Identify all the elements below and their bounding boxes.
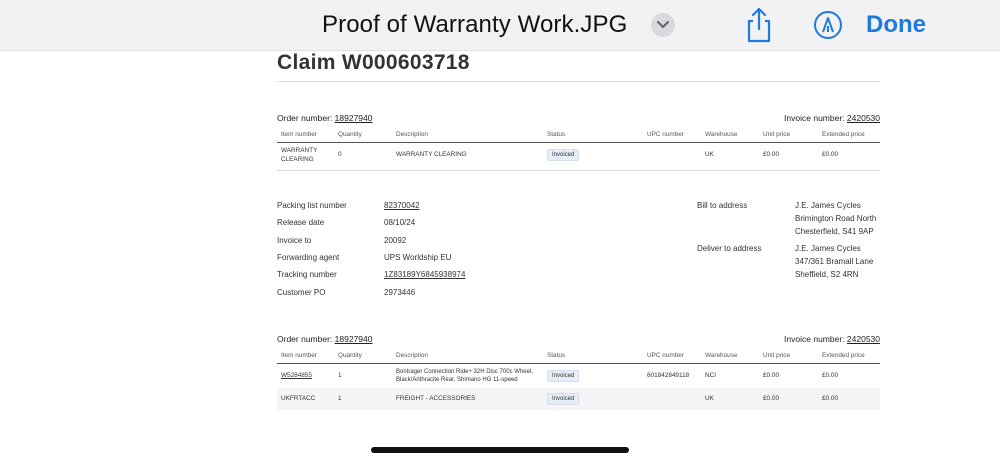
quantity-cell: 1 <box>334 387 392 410</box>
invoice-label: Invoice number: <box>784 334 845 344</box>
col-header: Status <box>543 347 643 364</box>
upc-cell <box>643 387 701 410</box>
chevron-down-icon[interactable] <box>651 13 675 37</box>
col-header: Extended price <box>818 347 880 364</box>
status-badge: Invoiced <box>547 392 580 405</box>
col-header: Description <box>392 347 543 364</box>
table-header: Item number Quantity Description Status … <box>277 347 880 364</box>
invoice-number-link[interactable]: 2420530 <box>847 334 880 344</box>
table-row: W5284855 1 Bontrager Connection Ride+ 32… <box>277 364 880 388</box>
divider <box>277 81 880 82</box>
item-number-cell: UKFRTACC <box>277 387 334 410</box>
unit-price-cell: £0.00 <box>763 372 779 380</box>
unit-price-cell: £0.00 <box>759 387 818 410</box>
status-badge: Invoiced <box>547 369 580 382</box>
status-badge: Invoiced <box>547 148 580 161</box>
release-date-value: 08/10/24 <box>384 218 416 227</box>
invoice-to-label: Invoice to <box>277 236 312 245</box>
col-header: UPC number <box>643 126 701 143</box>
address-line: J.E. James Cycles <box>795 244 861 253</box>
upc-cell: 601842849118 <box>647 372 690 380</box>
address-line: J.E. James Cycles <box>795 201 861 210</box>
item-number-cell: WARRANTY CLEARING <box>281 146 318 163</box>
address-line: Chesterfield, S41 9AP <box>795 227 874 236</box>
address-line: Sheffield, S2 4RN <box>795 270 859 279</box>
col-header: Warehouse <box>701 347 759 364</box>
packing-list-label: Packing list number <box>277 201 347 210</box>
extended-price-cell: £0.00 <box>822 151 838 159</box>
address-line: Brimington Road North <box>795 214 877 223</box>
col-header: UPC number <box>643 347 701 364</box>
order-items-table-2: Item number Quantity Description Status … <box>277 347 880 410</box>
forwarding-agent-label: Forwarding agent <box>277 253 340 262</box>
invoice-label: Invoice number: <box>784 113 845 123</box>
order-label: Order number: <box>277 113 333 123</box>
shipment-details: Packing list number 82370042 Release dat… <box>277 201 537 301</box>
unit-price-cell: £0.00 <box>763 151 779 159</box>
packing-list-link[interactable]: 82370042 <box>384 201 420 210</box>
deliver-to-address: J.E. James Cycles 347/361 Bramall Lane S… <box>795 242 873 281</box>
home-indicator[interactable] <box>371 447 629 453</box>
tracking-number-link[interactable]: 1Z83189Y6845938974 <box>384 270 465 279</box>
order-items-table-1: Item number Quantity Description Status … <box>277 126 880 167</box>
description-cell: FREIGHT - ACCESSORIES <box>392 387 543 410</box>
table-row: UKFRTACC 1 FREIGHT - ACCESSORIES Invoice… <box>277 387 880 410</box>
warehouse-cell: NCI <box>705 372 717 380</box>
order-label: Order number: <box>277 334 333 344</box>
warehouse-cell: UK <box>705 151 714 159</box>
customer-po-label: Customer PO <box>277 288 326 297</box>
bill-to-label: Bill to address <box>697 201 748 210</box>
extended-price-cell: £0.00 <box>818 387 880 410</box>
order-number-link[interactable]: 18927940 <box>335 334 373 344</box>
warehouse-cell: UK <box>701 387 759 410</box>
markup-icon[interactable] <box>813 10 843 40</box>
col-header: Unit price <box>759 126 818 143</box>
order-number-link[interactable]: 18927940 <box>335 113 373 123</box>
col-header: Item number <box>277 347 334 364</box>
status-cell: Invoiced <box>543 387 643 410</box>
table-row: WARRANTY CLEARING 0 WARRANTY CLEARING In… <box>277 143 880 167</box>
status-cell: Invoiced <box>543 364 643 388</box>
description-cell: Bontrager Connection Ride+ 32H Disc 700c… <box>396 368 533 383</box>
deliver-to-label: Deliver to address <box>697 244 762 253</box>
col-header: Item number <box>277 126 334 143</box>
col-header: Status <box>543 126 643 143</box>
release-date-label: Release date <box>277 218 325 227</box>
col-header: Unit price <box>759 347 818 364</box>
invoice-number-link[interactable]: 2420530 <box>847 113 880 123</box>
invoice-to-value: 20092 <box>384 236 407 245</box>
bill-to-address: J.E. James Cycles Brimington Road North … <box>795 199 876 238</box>
extended-price-cell: £0.00 <box>822 372 838 380</box>
quantity-cell: 1 <box>338 372 342 380</box>
quantity-cell: 0 <box>338 151 342 159</box>
col-header: Quantity <box>334 126 392 143</box>
share-icon[interactable] <box>744 7 774 43</box>
table-header: Item number Quantity Description Status … <box>277 126 880 143</box>
document-title: Proof of Warranty Work.JPG <box>322 11 628 38</box>
claim-title: Claim W000603718 <box>277 51 470 74</box>
divider <box>277 170 880 171</box>
upc-cell <box>643 143 701 167</box>
forwarding-agent-value: UPS Worldship EU <box>384 253 452 262</box>
status-cell: Invoiced <box>543 143 643 167</box>
customer-po-value: 2973446 <box>384 288 416 297</box>
col-header: Description <box>392 126 543 143</box>
tracking-number-label: Tracking number <box>277 270 337 279</box>
item-number-link[interactable]: W5284855 <box>277 364 334 388</box>
col-header: Extended price <box>818 126 880 143</box>
col-header: Quantity <box>334 347 392 364</box>
col-header: Warehouse <box>701 126 759 143</box>
address-line: 347/361 Bramall Lane <box>795 257 874 266</box>
address-labels: Bill to address Deliver to address <box>697 201 787 261</box>
done-button[interactable]: Done <box>866 11 926 39</box>
viewer-topbar: Proof of Warranty Work.JPG Done <box>0 0 1000 51</box>
description-cell: WARRANTY CLEARING <box>396 151 467 159</box>
